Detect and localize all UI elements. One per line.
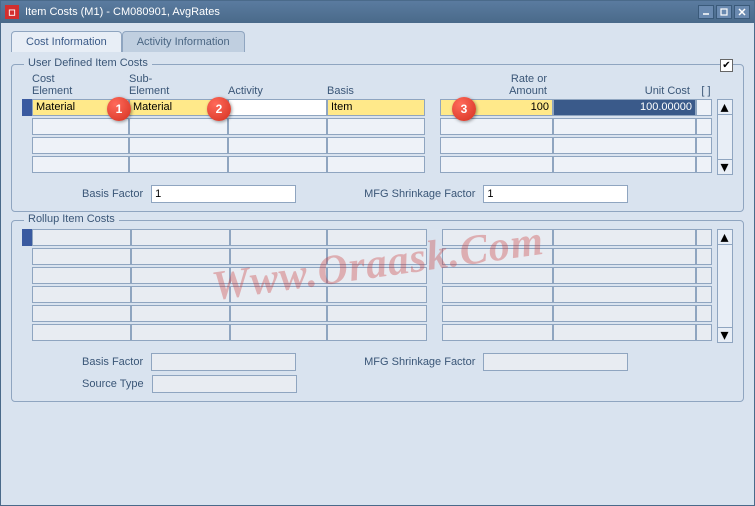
scroll-up-icon[interactable]: ▴ — [717, 99, 733, 115]
table-row[interactable] — [22, 267, 712, 284]
tab-activity-information[interactable]: Activity Information — [122, 31, 245, 52]
table-row[interactable] — [22, 248, 712, 265]
basis-factor-label: Basis Factor — [82, 188, 143, 200]
close-button[interactable] — [734, 5, 750, 19]
mfg-factor-input[interactable] — [483, 185, 628, 203]
rollup-mfg-factor-input[interactable] — [483, 353, 628, 371]
window-title: Item Costs (M1) - CM080901, AvgRates — [25, 6, 698, 18]
row-indicator — [22, 99, 32, 116]
app-icon: ◻ — [5, 5, 19, 19]
source-type-input[interactable] — [152, 375, 297, 393]
source-type-label: Source Type — [82, 378, 144, 390]
row-checkbox[interactable] — [696, 99, 712, 116]
section-title-user-costs: User Defined Item Costs — [24, 57, 152, 69]
tab-cost-information[interactable]: Cost Information — [11, 31, 122, 52]
table-row[interactable] — [22, 305, 712, 322]
rollup-basis-factor-label: Basis Factor — [82, 356, 143, 368]
scroll-up-icon[interactable]: ▴ — [717, 229, 733, 245]
content-area: Www.Oraask.Com Cost Information Activity… — [1, 23, 754, 505]
basis-field[interactable]: Item — [327, 99, 425, 116]
table-row[interactable] — [22, 229, 712, 246]
scrollbar[interactable]: ▴ ▾ — [716, 229, 733, 343]
tab-bar: Cost Information Activity Information — [11, 31, 744, 52]
table-row[interactable] — [22, 118, 712, 135]
mfg-factor-label: MFG Shrinkage Factor — [364, 188, 475, 200]
unit-cost-field[interactable]: 100.00000 — [553, 99, 696, 116]
section-checkbox[interactable]: ✔ — [720, 59, 733, 72]
table-row[interactable] — [22, 324, 712, 341]
badge-2: 2 — [207, 97, 231, 121]
rollup-costs-section: Rollup Item Costs ▴ ▾ Ba — [11, 220, 744, 402]
section-title-rollup: Rollup Item Costs — [24, 213, 119, 225]
rollup-mfg-factor-label: MFG Shrinkage Factor — [364, 356, 475, 368]
scrollbar[interactable]: ▴ ▾ — [716, 99, 733, 175]
badge-3: 3 — [452, 97, 476, 121]
table-row[interactable] — [22, 137, 712, 154]
user-defined-costs-section: User Defined Item Costs ✔ CostElement Su… — [11, 64, 744, 212]
basis-factor-input[interactable] — [151, 185, 296, 203]
scroll-down-icon[interactable]: ▾ — [717, 159, 733, 175]
scroll-down-icon[interactable]: ▾ — [717, 327, 733, 343]
rollup-basis-factor-input[interactable] — [151, 353, 296, 371]
activity-field[interactable] — [228, 99, 327, 116]
badge-1: 1 — [107, 97, 131, 121]
titlebar: ◻ Item Costs (M1) - CM080901, AvgRates — [1, 1, 754, 23]
maximize-button[interactable] — [716, 5, 732, 19]
window-frame: ◻ Item Costs (M1) - CM080901, AvgRates W… — [0, 0, 755, 506]
grid-header: CostElement Sub-Element Activity Basis R… — [22, 73, 733, 97]
minimize-button[interactable] — [698, 5, 714, 19]
table-row[interactable] — [22, 286, 712, 303]
table-row[interactable] — [22, 156, 712, 173]
